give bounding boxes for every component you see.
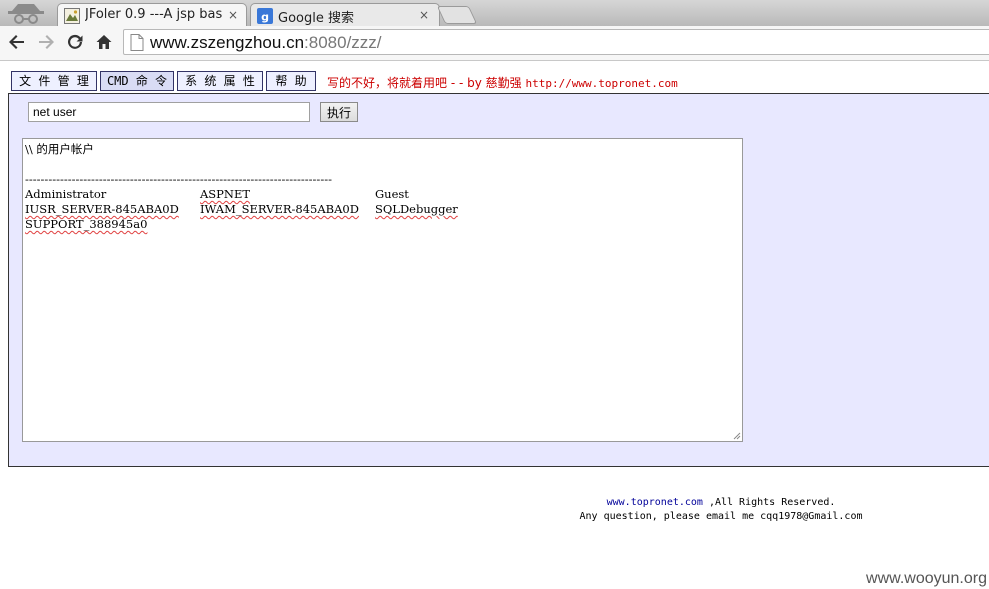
reload-icon xyxy=(68,34,83,49)
footer-link[interactable]: www.topronet.com xyxy=(607,497,703,508)
help-button[interactable]: 帮 助 xyxy=(266,71,316,91)
google-favicon-icon: g xyxy=(257,8,273,24)
footer-contact: Any question, please email me cqq1978@Gm… xyxy=(579,511,863,522)
svg-text:g: g xyxy=(261,11,269,24)
execute-button[interactable]: 执行 xyxy=(320,102,358,122)
cmd-panel: 执行 \\ 的用户帐户 ----------------------------… xyxy=(8,93,989,467)
forward-arrow-icon xyxy=(39,35,54,49)
home-icon xyxy=(96,35,112,49)
forward-button[interactable] xyxy=(34,30,58,54)
watermark: www.wooyun.org xyxy=(866,570,987,587)
tab-title: JFoler 0.9 ---A jsp base xyxy=(85,7,223,22)
footer-rights: ,All Rights Reserved. xyxy=(702,497,836,508)
slogan-text: 写的不好，将就着用吧 - - by 慈勤强 xyxy=(327,76,526,90)
browser-toolbar: www.zszengzhou.cn:8080/zzz/ xyxy=(0,26,989,61)
slogan-link[interactable]: http://www.topronet.com xyxy=(525,77,677,90)
account-name: SQLDebugger xyxy=(375,202,458,216)
account-row: Administrator ASPNET Guest xyxy=(25,187,740,202)
cmd-button[interactable]: CMD 命 令 xyxy=(100,71,174,91)
account-name: IWAM_SERVER-845ABA0D xyxy=(200,202,359,216)
tab-close-icon[interactable]: × xyxy=(419,8,429,22)
back-button[interactable] xyxy=(5,30,29,54)
command-output[interactable]: \\ 的用户帐户 -------------------------------… xyxy=(22,138,743,442)
slogan: 写的不好，将就着用吧 - - by 慈勤强 http://www.toprone… xyxy=(327,74,678,91)
command-input[interactable] xyxy=(28,102,310,122)
tab-google[interactable]: g Google 搜索 × xyxy=(250,3,440,26)
account-name: IUSR_SERVER-845ABA0D xyxy=(25,202,179,216)
account-row: IUSR_SERVER-845ABA0D IWAM_SERVER-845ABA0… xyxy=(25,202,740,217)
reload-button[interactable] xyxy=(63,30,87,54)
account-name: ASPNET xyxy=(200,187,251,201)
tab-close-icon[interactable]: × xyxy=(228,8,238,22)
url-text: www.zszengzhou.cn:8080/zzz/ xyxy=(150,33,382,53)
file-manager-button[interactable]: 文 件 管 理 xyxy=(11,71,97,91)
tab-title: Google 搜索 xyxy=(278,11,354,26)
footer-rights-line: www.topronet.com ,All Rights Reserved. xyxy=(566,496,876,510)
incognito-icon xyxy=(8,4,44,24)
address-bar[interactable]: www.zszengzhou.cn:8080/zzz/ xyxy=(123,29,989,55)
output-header: \\ 的用户帐户 xyxy=(25,142,94,156)
page-icon xyxy=(130,34,144,51)
system-properties-button[interactable]: 系 统 属 性 xyxy=(177,71,263,91)
back-arrow-icon xyxy=(9,35,24,49)
tab-jfoler[interactable]: JFoler 0.9 ---A jsp base × xyxy=(57,3,247,26)
tab-strip: JFoler 0.9 ---A jsp base × g Google 搜索 × xyxy=(0,0,989,26)
account-name: SUPPORT_388945a0 xyxy=(25,217,148,231)
account-name: Guest xyxy=(375,187,409,201)
url-host: www.zszengzhou.cn xyxy=(150,33,305,52)
home-button[interactable] xyxy=(92,30,116,54)
resize-grip-icon[interactable] xyxy=(733,432,741,440)
jfoler-favicon-icon xyxy=(64,8,80,24)
footer: www.topronet.com ,All Rights Reserved. A… xyxy=(566,496,876,524)
url-path: :8080/zzz/ xyxy=(304,33,382,52)
account-row: SUPPORT_388945a0 xyxy=(25,217,740,232)
output-blank-line xyxy=(25,157,740,172)
account-name: Administrator xyxy=(25,187,107,201)
output-divider: ----------------------------------------… xyxy=(25,172,332,186)
